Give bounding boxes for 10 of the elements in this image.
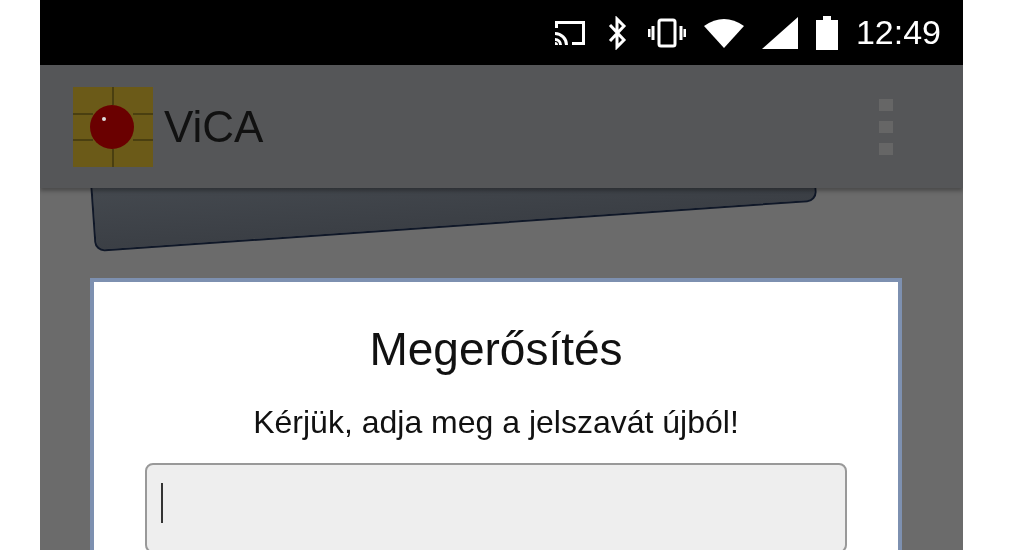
dialog-title: Megerősítés bbox=[369, 322, 623, 376]
wifi-icon bbox=[703, 17, 744, 48]
chip-logo-icon bbox=[72, 85, 154, 168]
clock-time: 12:49 bbox=[855, 13, 941, 52]
password-field[interactable] bbox=[145, 463, 847, 550]
app-title: ViCA bbox=[164, 101, 265, 152]
battery-icon bbox=[815, 15, 838, 50]
vibrate-icon bbox=[647, 17, 686, 48]
dialog-message: Kérjük, adja meg a jelszavát újból! bbox=[253, 404, 739, 441]
signal-icon bbox=[761, 16, 798, 49]
